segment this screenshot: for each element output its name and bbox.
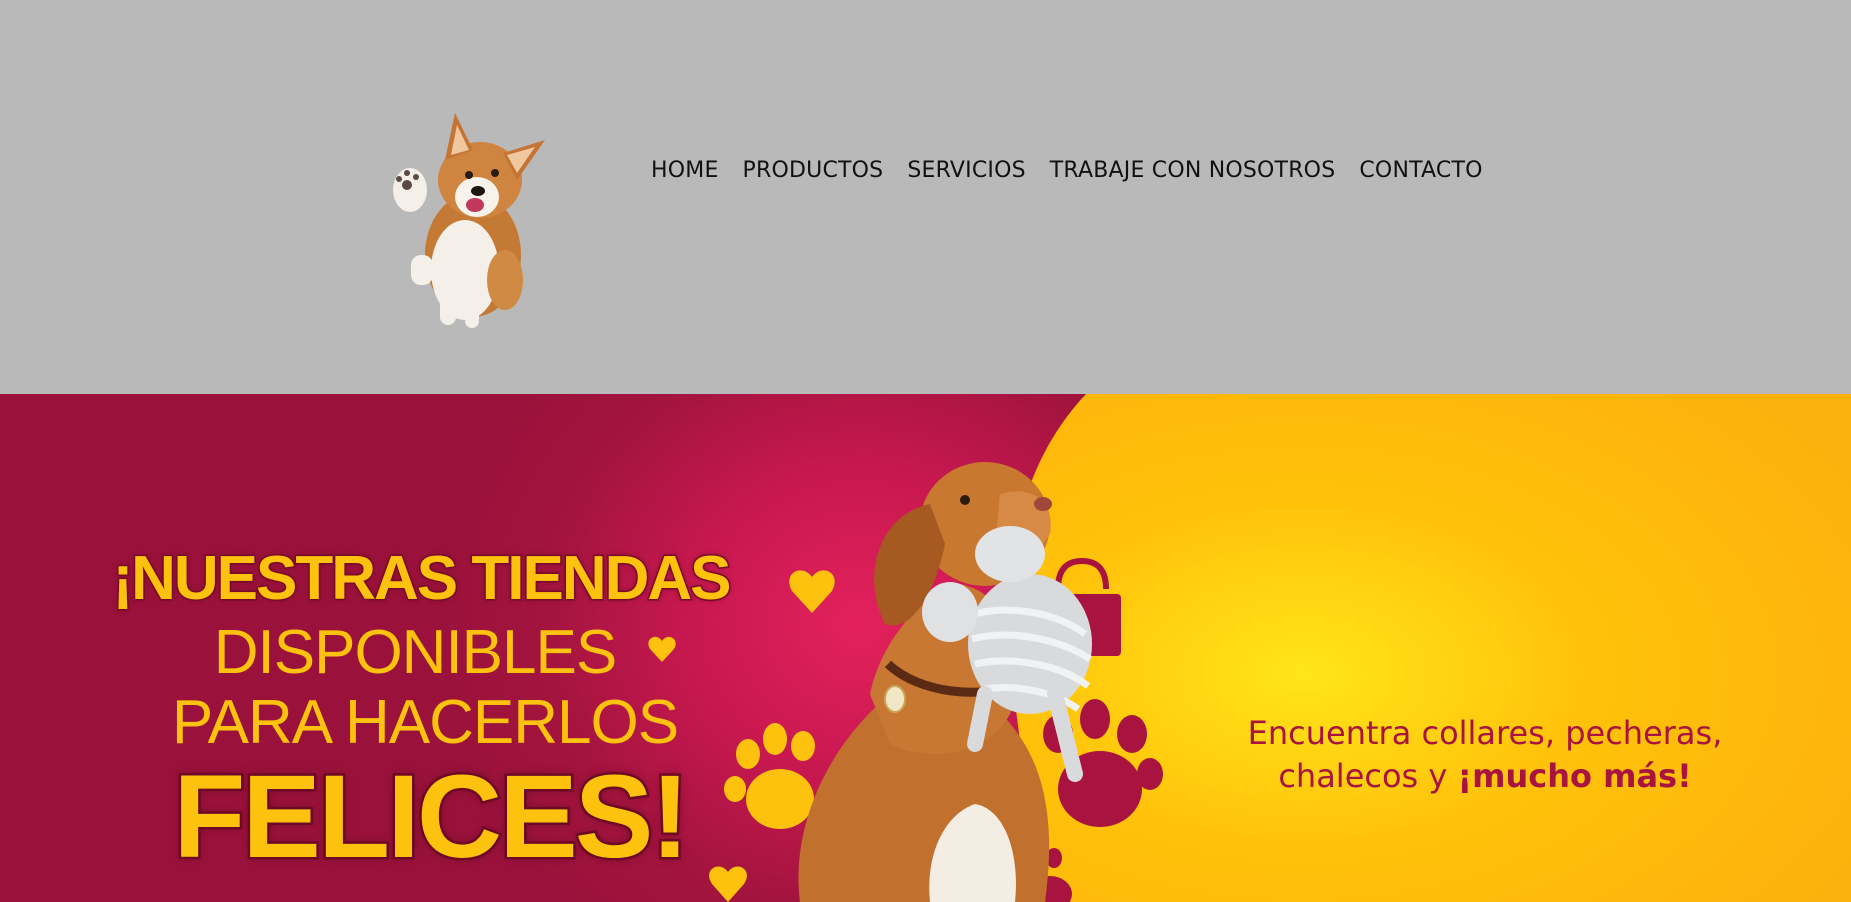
banner-tagline: Encuentra collares, pecheras, chalecos y…: [1185, 712, 1785, 798]
headline-line-4: FELICES!: [171, 751, 693, 883]
nav-servicios[interactable]: SERVICIOS: [907, 157, 1025, 185]
promo-banner: ¡NUESTRAS TIENDAS DISPONIBLES PARA HACER…: [0, 394, 1851, 902]
nav-trabaje-con-nosotros[interactable]: TRABAJE CON NOSOTROS: [1050, 157, 1336, 185]
nav-contacto[interactable]: CONTACTO: [1359, 157, 1482, 185]
tagline-line-2: chalecos y ¡mucho más!: [1185, 755, 1785, 798]
corgi-logo[interactable]: [385, 105, 555, 335]
headline-line-2: DISPONIBLES: [213, 618, 617, 687]
headline-line-3: PARA HACERLOS: [171, 688, 679, 757]
main-nav: HOME PRODUCTOS SERVICIOS TRABAJE CON NOS…: [651, 157, 1507, 185]
tagline-prefix: chalecos y: [1278, 757, 1458, 795]
banner-headline: ¡NUESTRAS TIENDAS DISPONIBLES PARA HACER…: [95, 543, 775, 879]
headline-line-1: ¡NUESTRAS TIENDAS: [111, 543, 733, 615]
tagline-line-1: Encuentra collares, pecheras,: [1247, 714, 1723, 752]
heart-icon: [789, 570, 835, 613]
dog-illustration: [798, 462, 1092, 902]
tagline-highlight: ¡mucho más!: [1457, 757, 1692, 795]
corgi-logo-icon: [393, 113, 545, 328]
site-header: HOME PRODUCTOS SERVICIOS TRABAJE CON NOS…: [0, 0, 1851, 394]
nav-home[interactable]: HOME: [651, 157, 719, 185]
nav-productos[interactable]: PRODUCTOS: [743, 157, 884, 185]
